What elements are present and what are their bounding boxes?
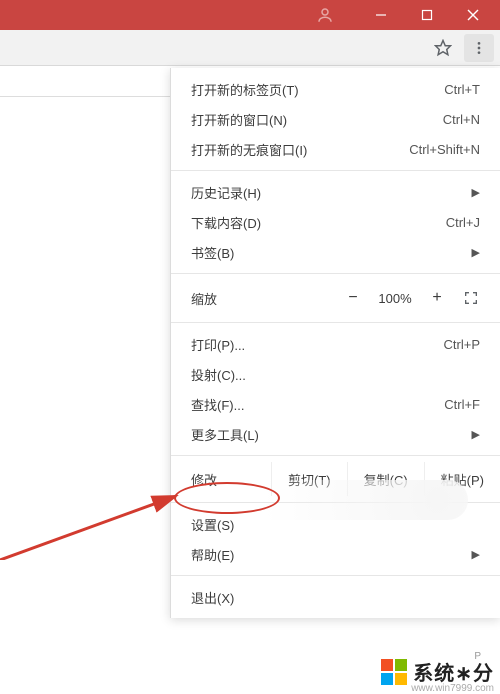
chevron-right-icon: ▶ [472, 428, 480, 441]
content-divider [0, 96, 170, 97]
menu-label: 帮助(E) [191, 545, 234, 564]
menu-separator [171, 322, 500, 323]
menu-shortcut: Ctrl+T [444, 82, 480, 97]
menu-label: 投射(C)... [191, 365, 246, 384]
menu-item-history[interactable]: 历史记录(H) ▶ [171, 177, 500, 207]
menu-label: 查找(F)... [191, 395, 244, 414]
fullscreen-button[interactable] [454, 284, 488, 312]
menu-label: 书签(B) [191, 243, 234, 262]
zoom-value: 100% [370, 291, 420, 306]
window-titlebar [0, 0, 500, 30]
menu-label: 下载内容(D) [191, 213, 261, 232]
cut-button[interactable]: 剪切(T) [271, 462, 347, 496]
menu-label: 打开新的窗口(N) [191, 110, 287, 129]
chevron-right-icon: ▶ [472, 548, 480, 561]
main-menu-button[interactable] [464, 34, 494, 62]
menu-shortcut: Ctrl+J [446, 215, 480, 230]
menu-item-new-tab[interactable]: 打开新的标签页(T) Ctrl+T [171, 74, 500, 104]
menu-shortcut: Ctrl+P [444, 337, 480, 352]
menu-item-new-incognito[interactable]: 打开新的无痕窗口(I) Ctrl+Shift+N [171, 134, 500, 164]
menu-label: 设置(S) [191, 515, 234, 534]
watermark-sub: P [474, 651, 482, 662]
menu-item-edit-row: 修改 剪切(T) 复制(C) 粘贴(P) [171, 462, 500, 496]
window-maximize-button[interactable] [404, 0, 450, 30]
menu-label: 历史记录(H) [191, 183, 261, 202]
menu-separator [171, 502, 500, 503]
menu-label: 打印(P)... [191, 335, 245, 354]
menu-label: 打开新的无痕窗口(I) [191, 140, 307, 159]
menu-item-bookmarks[interactable]: 书签(B) ▶ [171, 237, 500, 267]
menu-label: 更多工具(L) [191, 425, 259, 444]
copy-button[interactable]: 复制(C) [347, 462, 424, 496]
menu-item-downloads[interactable]: 下载内容(D) Ctrl+J [171, 207, 500, 237]
menu-shortcut: Ctrl+N [443, 112, 480, 127]
window-minimize-button[interactable] [358, 0, 404, 30]
menu-item-settings[interactable]: 设置(S) [171, 509, 500, 539]
edit-label: 修改 [191, 470, 271, 489]
menu-separator [171, 575, 500, 576]
browser-toolbar [0, 30, 500, 66]
paste-button[interactable]: 粘贴(P) [424, 462, 500, 496]
menu-separator [171, 170, 500, 171]
menu-separator [171, 273, 500, 274]
menu-item-zoom: 缩放 − 100% + [171, 280, 500, 316]
watermark-url: www.win7999.com [411, 683, 494, 694]
zoom-out-button[interactable]: − [336, 284, 370, 312]
menu-item-cast[interactable]: 投射(C)... [171, 359, 500, 389]
window-close-button[interactable] [450, 0, 496, 30]
main-menu-dropdown: 打开新的标签页(T) Ctrl+T 打开新的窗口(N) Ctrl+N 打开新的无… [170, 68, 500, 618]
profile-avatar-icon[interactable] [312, 2, 338, 28]
menu-shortcut: Ctrl+Shift+N [409, 142, 480, 157]
menu-item-print[interactable]: 打印(P)... Ctrl+P [171, 329, 500, 359]
menu-item-more-tools[interactable]: 更多工具(L) ▶ [171, 419, 500, 449]
zoom-label: 缩放 [191, 289, 336, 308]
menu-label: 退出(X) [191, 588, 234, 607]
menu-item-find[interactable]: 查找(F)... Ctrl+F [171, 389, 500, 419]
menu-item-exit[interactable]: 退出(X) [171, 582, 500, 612]
menu-label: 打开新的标签页(T) [191, 80, 299, 99]
menu-separator [171, 455, 500, 456]
menu-shortcut: Ctrl+F [444, 397, 480, 412]
menu-item-new-window[interactable]: 打开新的窗口(N) Ctrl+N [171, 104, 500, 134]
menu-item-help[interactable]: 帮助(E) ▶ [171, 539, 500, 569]
bookmark-star-icon[interactable] [428, 34, 458, 62]
chevron-right-icon: ▶ [472, 246, 480, 259]
microsoft-logo-icon [381, 659, 407, 685]
chevron-right-icon: ▶ [472, 186, 480, 199]
zoom-in-button[interactable]: + [420, 284, 454, 312]
